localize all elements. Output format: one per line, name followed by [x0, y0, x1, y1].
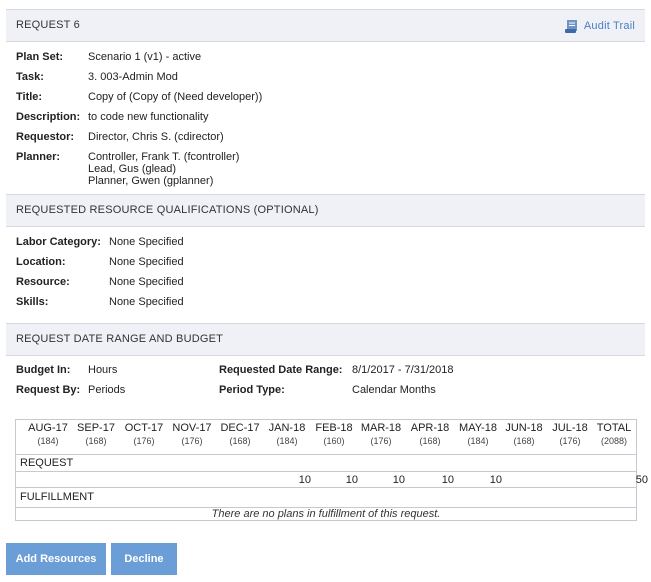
qualification-value: None Specified	[109, 236, 184, 248]
month-name: JUN-18	[505, 422, 543, 434]
qualification-value: None Specified	[109, 276, 184, 288]
qualification-label: Location:	[16, 256, 66, 268]
planner-label: Planner:	[16, 151, 61, 163]
qualification-label: Labor Category:	[16, 236, 101, 248]
month-column-header: OCT-17 (176)	[119, 422, 169, 448]
qualification-value: None Specified	[109, 256, 184, 268]
month-hours: (168)	[85, 436, 107, 446]
request-field-value: 3. 003-Admin Mod	[88, 71, 178, 83]
month-name: DEC-17	[220, 422, 260, 434]
planner-item: Planner, Gwen (gplanner)	[88, 175, 214, 187]
date-range-value: 8/1/2017 - 7/31/2018	[352, 364, 454, 376]
request-field-label: Plan Set:	[16, 51, 64, 63]
month-name: JAN-18	[268, 422, 306, 434]
period-type-label: Period Type:	[219, 384, 285, 396]
request-field-value: Director, Chris S. (cdirector)	[88, 131, 224, 143]
month-name: OCT-17	[124, 422, 164, 434]
audit-trail-label[interactable]: Audit Trail	[584, 18, 635, 34]
add-resources-button[interactable]: Add Resources	[6, 543, 106, 575]
request-row: 10 10 10 10 10 50	[16, 471, 648, 487]
planner-list: Controller, Frank T. (fcontroller) Lead, …	[88, 151, 239, 187]
month-column-header: FEB-18 (160)	[309, 422, 359, 448]
fulfillment-empty-message: There are no plans in fulfillment of thi…	[16, 507, 636, 521]
date-range-label: Requested Date Range:	[219, 364, 343, 376]
month-name: FEB-18	[315, 422, 353, 434]
month-hours: (184)	[276, 436, 298, 446]
budget-title: REQUEST DATE RANGE AND BUDGET	[16, 333, 224, 345]
scroll-icon	[564, 19, 579, 34]
fulfillment-row-label: FULFILLMENT	[16, 487, 636, 507]
request-field-label: Requestor:	[16, 131, 75, 143]
planner-item: Controller, Frank T. (fcontroller)	[88, 151, 240, 163]
month-hours: (168)	[419, 436, 441, 446]
request-field-value: Copy of (Copy of (Need developer))	[88, 91, 263, 103]
month-name: TOTAL	[596, 422, 632, 434]
month-column-header: SEP-17 (168)	[71, 422, 121, 448]
month-name: MAY-18	[459, 422, 497, 434]
qualifications-title: REQUESTED RESOURCE QUALIFICATIONS (OPTIO…	[16, 204, 319, 216]
month-column-header: TOTAL (2088)	[589, 422, 639, 448]
budget-in-value: Hours	[88, 364, 118, 376]
period-grid: AUG-17 (184) SEP-17 (168) OCT-17 (176) NOV-17 (…	[15, 419, 648, 521]
month-name: NOV-17	[172, 422, 212, 434]
qualification-label: Skills:	[16, 296, 49, 308]
qualifications-section-header: REQUESTED RESOURCE QUALIFICATIONS (OPTIO…	[6, 194, 645, 227]
planner-item: Lead, Gus (glead)	[88, 163, 177, 175]
request-cell: 10	[345, 474, 358, 486]
request-cell: 10	[441, 474, 454, 486]
period-type-value: Calendar Months	[352, 384, 436, 396]
request-field-label: Task:	[16, 71, 44, 83]
request-field-label: Title:	[16, 91, 43, 103]
budget-in-label: Budget In:	[16, 364, 71, 376]
month-name: AUG-17	[28, 422, 68, 434]
request-cell: 10	[298, 474, 311, 486]
request-field-value: Scenario 1 (v1) - active	[88, 51, 202, 63]
month-name: MAR-18	[360, 422, 402, 434]
month-hours: (168)	[513, 436, 535, 446]
month-hours: (168)	[229, 436, 251, 446]
month-hours: (176)	[133, 436, 155, 446]
month-hours: (176)	[370, 436, 392, 446]
decline-button[interactable]: Decline	[111, 543, 177, 575]
request-by-value: Periods	[88, 384, 126, 396]
month-column-header: MAR-18 (176)	[356, 422, 406, 448]
request-cell: 50	[635, 474, 648, 486]
request-field-label: Description:	[16, 111, 81, 123]
budget-section-header: REQUEST DATE RANGE AND BUDGET	[6, 323, 645, 356]
request-row-label: REQUEST	[16, 454, 636, 471]
month-hours: (176)	[181, 436, 203, 446]
month-column-header: JUN-18 (168)	[499, 422, 549, 448]
month-column-header: APR-18 (168)	[405, 422, 455, 448]
month-name: APR-18	[410, 422, 450, 434]
month-hours: (160)	[323, 436, 345, 446]
month-column-header: MAY-18 (184)	[453, 422, 503, 448]
request-section-header: REQUEST 6 Audit Trail	[6, 9, 645, 42]
request-title: REQUEST 6	[16, 19, 80, 31]
month-name: SEP-17	[77, 422, 115, 434]
month-hours: (2088)	[600, 436, 627, 446]
month-column-header: JUL-18 (176)	[545, 422, 595, 448]
month-hours: (176)	[559, 436, 581, 446]
month-column-header: DEC-17 (168)	[215, 422, 265, 448]
audit-trail-link[interactable]: Audit Trail	[564, 18, 635, 34]
month-hours: (184)	[467, 436, 489, 446]
month-column-header: NOV-17 (176)	[167, 422, 217, 448]
request-field-value: to code new functionality	[88, 111, 209, 123]
request-cell: 10	[489, 474, 502, 486]
month-column-header: AUG-17 (184)	[23, 422, 73, 448]
month-hours: (184)	[37, 436, 59, 446]
qualification-label: Resource:	[16, 276, 70, 288]
month-name: JUL-18	[552, 422, 588, 434]
request-by-label: Request By:	[16, 384, 81, 396]
month-column-header: JAN-18 (184)	[262, 422, 312, 448]
request-cell: 10	[392, 474, 405, 486]
qualification-value: None Specified	[109, 296, 184, 308]
